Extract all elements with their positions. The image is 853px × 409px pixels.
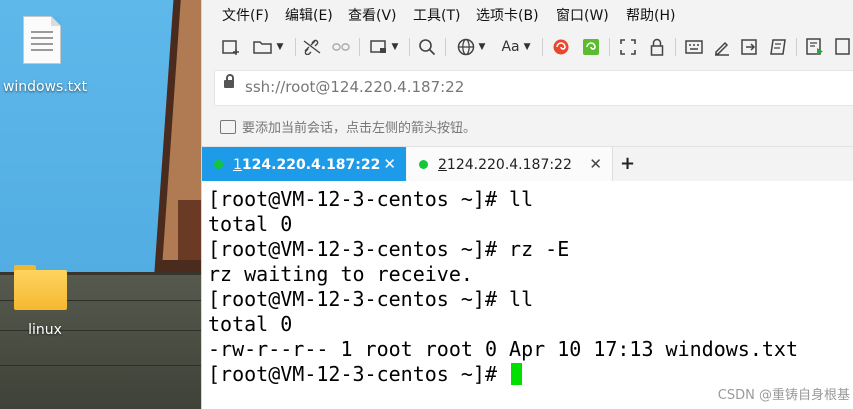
toolbar-divider: [445, 38, 446, 56]
desktop-icon-label: linux: [28, 322, 62, 338]
send-icon[interactable]: [737, 30, 763, 64]
menu-help[interactable]: 帮助(H): [626, 5, 675, 25]
toolbar-divider: [609, 38, 610, 56]
script-icon[interactable]: [765, 30, 791, 64]
tab-title: 124.220.4.187:22: [241, 156, 381, 173]
new-tab-plus-icon[interactable]: +: [620, 153, 635, 174]
toolbar-divider: [675, 38, 676, 56]
open-folder-icon[interactable]: ▼: [248, 30, 288, 64]
compose-icon[interactable]: [709, 30, 735, 64]
add-session-icon[interactable]: [220, 119, 236, 134]
toolbar-divider: [295, 38, 296, 56]
search-icon[interactable]: [414, 30, 440, 64]
font-icon[interactable]: Aa ▼: [496, 30, 536, 64]
fullscreen-icon[interactable]: [615, 30, 641, 64]
tab-number: 1: [233, 156, 242, 173]
text-file-icon: [23, 16, 61, 64]
keyboard-icon[interactable]: [681, 30, 707, 64]
reconnect-icon[interactable]: [328, 30, 354, 64]
terminal-prompt-line: [root@VM-12-3-centos ~]#: [208, 362, 523, 387]
disconnect-icon[interactable]: [299, 30, 325, 64]
terminal-line: -rw-r--r-- 1 root root 0 Apr 10 17:13 wi…: [208, 337, 799, 361]
xshell-icon[interactable]: [548, 30, 574, 64]
tab-title: 124.220.4.187:22: [446, 156, 572, 173]
toolbar: ▼ ▼ ▼ Aa ▼: [202, 30, 853, 64]
terminal-line: rz waiting to receive.: [208, 262, 473, 286]
record-icon[interactable]: [802, 30, 828, 64]
watermark: CSDN @重铸自身根基: [717, 388, 850, 403]
desktop-icon-label: windows.txt: [2, 79, 88, 95]
terminal-prompt: [root@VM-12-3-centos ~]#: [208, 362, 510, 386]
xftp-icon[interactable]: [578, 30, 604, 64]
lock-icon: [224, 74, 234, 88]
toolbar-divider: [409, 38, 410, 56]
lock-icon[interactable]: [644, 30, 670, 64]
toolbar-divider: [796, 38, 797, 56]
terminal[interactable]: [root@VM-12-3-centos ~]# ll total 0 [roo…: [202, 181, 853, 409]
globe-icon[interactable]: ▼: [450, 30, 492, 64]
session-tab-2[interactable]: 2 124.220.4.187:22 ✕: [407, 147, 613, 182]
menu-window[interactable]: 窗口(W): [556, 5, 609, 25]
address-value: ssh://root@124.220.4.187:22: [245, 78, 465, 96]
toolbar-divider: [542, 38, 543, 56]
terminal-line: total 0: [208, 312, 293, 336]
terminal-line: [root@VM-12-3-centos ~]# ll: [208, 287, 534, 311]
record-dropdown-icon[interactable]: [832, 30, 853, 64]
status-dot-icon: [419, 160, 428, 169]
menu-tabs[interactable]: 选项卡(B): [476, 5, 539, 25]
session-hint: 要添加当前会话，点击左侧的箭头按钮。: [220, 117, 476, 136]
status-dot-icon: [214, 160, 223, 169]
floor-line: [0, 365, 205, 366]
address-bar[interactable]: ssh://root@124.220.4.187:22: [214, 70, 853, 106]
session-hint-text: 要添加当前会话，点击左侧的箭头按钮。: [242, 121, 477, 136]
session-tab-1[interactable]: 1 124.220.4.187:22 ✕: [202, 147, 406, 182]
menu-bar: 文件(F) 编辑(E) 查看(V) 工具(T) 选项卡(B) 窗口(W) 帮助(…: [202, 0, 853, 27]
terminal-line: total 0: [208, 212, 293, 236]
layout-icon[interactable]: ▼: [364, 30, 404, 64]
terminal-line: [root@VM-12-3-centos ~]# ll: [208, 187, 534, 211]
menu-tools[interactable]: 工具(T): [413, 5, 460, 25]
folder-icon: [14, 265, 67, 310]
session-tabs: 1 124.220.4.187:22 ✕ 2 124.220.4.187:22 …: [202, 146, 853, 182]
new-session-icon[interactable]: [218, 30, 244, 64]
close-icon[interactable]: ✕: [589, 155, 602, 173]
desktop-background: windows.txt linux: [0, 0, 205, 409]
toolbar-divider: [359, 38, 360, 56]
menu-edit[interactable]: 编辑(E): [285, 5, 333, 25]
terminal-cursor: [511, 363, 523, 385]
tab-number: 2: [438, 156, 447, 173]
menu-file[interactable]: 文件(F): [222, 5, 269, 25]
xshell-window: 文件(F) 编辑(E) 查看(V) 工具(T) 选项卡(B) 窗口(W) 帮助(…: [201, 0, 853, 409]
close-icon[interactable]: ✕: [383, 155, 396, 173]
menu-view[interactable]: 查看(V): [348, 5, 397, 25]
terminal-line: [root@VM-12-3-centos ~]# rz -E: [208, 237, 570, 261]
